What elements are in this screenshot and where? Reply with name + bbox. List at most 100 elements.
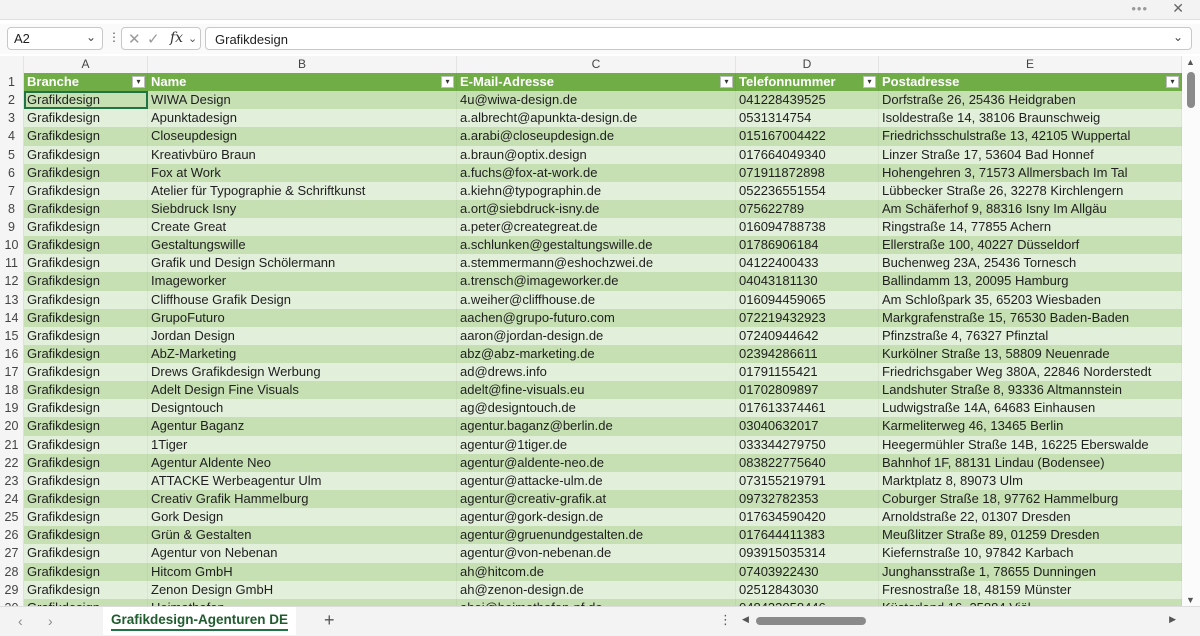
- add-sheet-button[interactable]: +: [324, 610, 335, 631]
- table-cell[interactable]: Grafikdesign: [24, 218, 148, 237]
- row-number[interactable]: 23: [0, 471, 24, 490]
- table-cell[interactable]: Marktplatz 8, 89073 Ulm: [879, 471, 1182, 490]
- table-cell[interactable]: Landshuter Straße 8, 93336 Altmannstein: [879, 381, 1182, 400]
- row-number[interactable]: 19: [0, 399, 24, 418]
- table-cell[interactable]: Grafikdesign: [24, 326, 148, 345]
- table-cell[interactable]: a.fuchs@fox-at-work.de: [457, 163, 736, 182]
- table-cell[interactable]: Bahnhof 1F, 88131 Lindau (Bodensee): [879, 453, 1182, 472]
- table-cell[interactable]: a.kiehn@typographin.de: [457, 181, 736, 200]
- table-cell[interactable]: 041228439525: [736, 91, 879, 110]
- table-cell[interactable]: Coburger Straße 18, 97762 Hammelburg: [879, 489, 1182, 509]
- table-cell[interactable]: Buchenweg 23A, 25436 Tornesch: [879, 254, 1182, 273]
- table-cell[interactable]: agentur@attacke-ulm.de: [457, 471, 736, 490]
- table-cell[interactable]: Atelier für Typographie & Schriftkunst: [148, 181, 457, 200]
- table-cell[interactable]: agentur.baganz@berlin.de: [457, 417, 736, 436]
- row-number[interactable]: 5: [0, 145, 24, 164]
- row-number[interactable]: 2: [0, 91, 24, 110]
- table-cell[interactable]: 017664049340: [736, 145, 879, 164]
- horizontal-scrollbar[interactable]: ◀ ▶: [738, 614, 1182, 628]
- table-cell[interactable]: a.stemmermann@eshochzwei.de: [457, 254, 736, 273]
- table-cell[interactable]: 016094788738: [736, 218, 879, 237]
- table-cell[interactable]: WIWA Design: [148, 91, 457, 110]
- row-number[interactable]: 6: [0, 163, 24, 182]
- table-cell[interactable]: Ballindamm 13, 20095 Hamburg: [879, 272, 1182, 291]
- table-cell[interactable]: Lübbecker Straße 26, 32278 Kirchlengern: [879, 181, 1182, 200]
- table-cell[interactable]: Isoldestraße 14, 38106 Braunschweig: [879, 109, 1182, 128]
- more-options-icon[interactable]: •••: [1131, 1, 1148, 16]
- table-cell[interactable]: Create Great: [148, 218, 457, 237]
- table-cell[interactable]: Grafikdesign: [24, 562, 148, 581]
- name-box[interactable]: A2 ⌄: [7, 27, 103, 50]
- table-cell[interactable]: agentur@1tiger.de: [457, 435, 736, 454]
- filter-dropdown-icon[interactable]: ▾: [720, 76, 733, 88]
- table-cell[interactable]: Grün & Gestalten: [148, 526, 457, 545]
- row-number[interactable]: 21: [0, 435, 24, 454]
- table-cell[interactable]: Grafikdesign: [24, 181, 148, 200]
- chevron-down-icon[interactable]: ⌄: [86, 30, 96, 44]
- table-cell[interactable]: Hohengehren 3, 71573 Allmersbach Im Tal: [879, 163, 1182, 182]
- cancel-icon[interactable]: ✕: [128, 30, 141, 48]
- table-cell[interactable]: Grafikdesign: [24, 308, 148, 327]
- table-cell[interactable]: ad@drews.info: [457, 363, 736, 382]
- table-cell[interactable]: Junghansstraße 1, 78655 Dunningen: [879, 562, 1182, 581]
- row-number[interactable]: 4: [0, 127, 24, 146]
- table-cell[interactable]: a.arabi@closeupdesign.de: [457, 127, 736, 146]
- table-cell[interactable]: Heegermühler Straße 14B, 16225 Eberswald…: [879, 435, 1182, 454]
- header-cell[interactable]: Postadresse ▾: [879, 73, 1182, 92]
- table-cell[interactable]: Grafikdesign: [24, 236, 148, 255]
- row-number[interactable]: 13: [0, 290, 24, 309]
- table-cell[interactable]: Grafikdesign: [24, 526, 148, 545]
- table-cell[interactable]: 016094459065: [736, 290, 879, 309]
- column-header-a[interactable]: A: [24, 56, 148, 73]
- table-cell[interactable]: Grafikdesign: [24, 363, 148, 382]
- table-cell[interactable]: 083822775640: [736, 453, 879, 472]
- table-cell[interactable]: aachen@grupo-futuro.com: [457, 308, 736, 327]
- scroll-down-icon[interactable]: ▼: [1186, 595, 1195, 605]
- table-cell[interactable]: Ellerstraße 100, 40227 Düsseldorf: [879, 236, 1182, 255]
- table-cell[interactable]: 04043181130: [736, 272, 879, 291]
- table-cell[interactable]: Hitcom GmbH: [148, 562, 457, 581]
- table-cell[interactable]: Fresnostraße 18, 48159 Münster: [879, 580, 1182, 599]
- table-cell[interactable]: agentur@aldente-neo.de: [457, 453, 736, 472]
- table-cell[interactable]: 093915035314: [736, 544, 879, 563]
- table-cell[interactable]: Grafikdesign: [24, 417, 148, 436]
- table-cell[interactable]: Linzer Straße 17, 53604 Bad Honnef: [879, 145, 1182, 164]
- table-cell[interactable]: Designtouch: [148, 399, 457, 418]
- table-cell[interactable]: a.weiher@cliffhouse.de: [457, 290, 736, 309]
- table-cell[interactable]: Grafikdesign: [24, 471, 148, 490]
- table-cell[interactable]: Grafikdesign: [24, 254, 148, 273]
- table-cell[interactable]: Agentur von Nebenan: [148, 544, 457, 563]
- sheet-tab-active[interactable]: Grafikdesign-Agenturen DE: [103, 607, 297, 635]
- table-cell[interactable]: 01786906184: [736, 236, 879, 255]
- table-cell[interactable]: Grafikdesign: [24, 508, 148, 527]
- table-cell[interactable]: Siebdruck Isny: [148, 199, 457, 219]
- filter-dropdown-icon[interactable]: ▾: [132, 76, 145, 88]
- table-cell[interactable]: 017613374461: [736, 399, 879, 418]
- table-cell[interactable]: ag@designtouch.de: [457, 399, 736, 418]
- table-cell[interactable]: a.schlunken@gestaltungswille.de: [457, 236, 736, 255]
- table-cell[interactable]: Grafikdesign: [24, 344, 148, 364]
- table-cell[interactable]: a.trensch@imageworker.de: [457, 272, 736, 291]
- table-cell[interactable]: Grafikdesign: [24, 272, 148, 291]
- table-cell[interactable]: Grafikdesign: [24, 199, 148, 219]
- table-cell[interactable]: 017634590420: [736, 508, 879, 527]
- table-cell[interactable]: Ringstraße 14, 77855 Achern: [879, 218, 1182, 237]
- table-cell[interactable]: Grafikdesign: [24, 399, 148, 418]
- table-cell[interactable]: Karmeliterweg 46, 13465 Berlin: [879, 417, 1182, 436]
- row-number[interactable]: 27: [0, 544, 24, 563]
- table-cell[interactable]: 075622789: [736, 199, 879, 219]
- filter-dropdown-icon[interactable]: ▾: [441, 76, 454, 88]
- table-cell[interactable]: Agentur Baganz: [148, 417, 457, 436]
- table-cell[interactable]: Grafikdesign: [24, 544, 148, 563]
- header-cell[interactable]: E-Mail-Adresse ▾: [457, 73, 736, 92]
- row-number[interactable]: 3: [0, 109, 24, 128]
- table-cell[interactable]: Am Schäferhof 9, 88316 Isny Im Allgäu: [879, 199, 1182, 219]
- table-cell[interactable]: agentur@creativ-grafik.at: [457, 489, 736, 509]
- row-number[interactable]: 26: [0, 526, 24, 545]
- table-cell[interactable]: aaron@jordan-design.de: [457, 326, 736, 345]
- table-cell[interactable]: 02512843030: [736, 580, 879, 599]
- table-cell[interactable]: Grafikdesign: [24, 163, 148, 182]
- row-number[interactable]: 12: [0, 272, 24, 291]
- table-cell[interactable]: Grafikdesign: [24, 580, 148, 599]
- next-sheet-icon[interactable]: ›: [48, 613, 53, 629]
